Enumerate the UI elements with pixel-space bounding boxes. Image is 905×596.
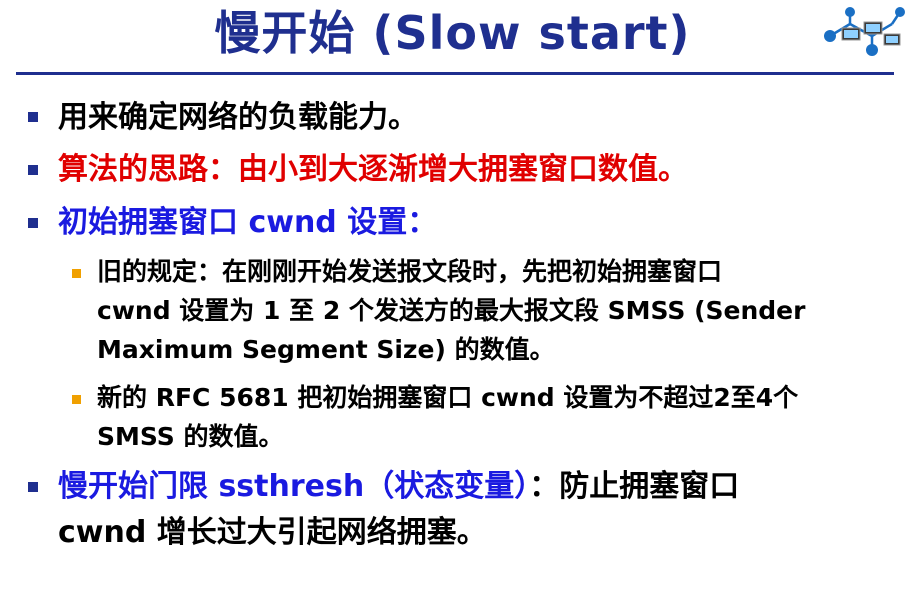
bullet-4-line-1: 慢开始门限 ssthresh（状态变量）：防止拥塞窗口 xyxy=(58,465,739,509)
bullet-4-line-2: cwnd 增长过大引起网络拥塞。 xyxy=(58,515,487,550)
sub-bullet-1-line-2: cwnd 设置为 1 至 2 个发送方的最大报文段 SMSS (Sender xyxy=(97,296,806,325)
sub-bullet-2-line-2: SMSS 的数值。 xyxy=(97,422,284,451)
bullet-3-text: 初始拥塞窗口 cwnd 设置： xyxy=(58,205,438,240)
ssthresh-description: ：防止拥塞窗口 xyxy=(529,469,740,504)
sub-bullet-1-line-1: 旧的规定：在刚刚开始发送报文段时，先把初始拥塞窗口 xyxy=(97,257,723,286)
bullet-marker xyxy=(28,218,38,228)
bullet-marker xyxy=(28,165,38,175)
bullet-2-text: 算法的思路：由小到大逐渐增大拥塞窗口数值。 xyxy=(58,152,688,187)
bullet-marker xyxy=(28,482,38,492)
sub-bullet-marker xyxy=(72,395,81,404)
sub-bullet-marker xyxy=(72,269,81,278)
bullet-marker xyxy=(28,112,38,122)
sub-bullet-1-line-3: Maximum Segment Size) 的数值。 xyxy=(97,335,555,364)
ssthresh-term: 慢开始门限 ssthresh（状态变量） xyxy=(58,469,530,504)
title-divider xyxy=(16,72,894,75)
page-title: 慢开始 (Slow start) xyxy=(214,6,691,60)
network-computers-icon xyxy=(824,7,905,56)
sub-bullet-2-line-1: 新的 RFC 5681 把初始拥塞窗口 cwnd 设置为不超过2至4个 xyxy=(97,383,799,412)
bullet-1-text: 用来确定网络的负载能力。 xyxy=(58,100,418,135)
